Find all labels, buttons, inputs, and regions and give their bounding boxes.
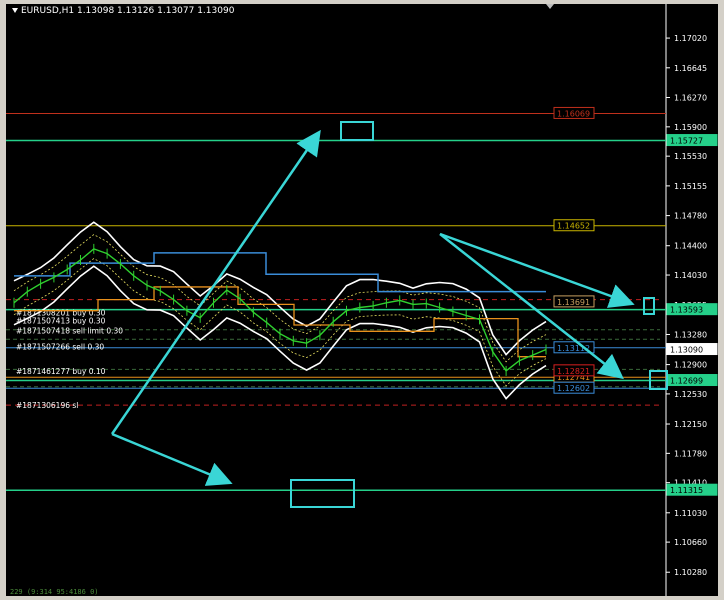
target-box-right-upper <box>643 297 655 315</box>
collapse-triangle-icon[interactable] <box>12 8 18 13</box>
price-axis-tick-label: 1.15155 <box>674 182 707 191</box>
order-label: #1871507418 sell limit 0.30 <box>16 327 123 336</box>
price-axis-tick-label: 1.14400 <box>674 242 707 251</box>
price-axis-tick-label: 1.12530 <box>674 390 707 399</box>
price-axis-tick-label: 1.12150 <box>674 420 707 429</box>
order-label: #1871306196 sl <box>16 401 78 410</box>
chart-header: EURUSD,H1 1.13098 1.13126 1.13077 1.1309… <box>12 6 234 16</box>
price-axis-tick-label: 1.14030 <box>674 271 707 280</box>
price-axis-tick-label: 1.10660 <box>674 538 707 547</box>
scroll-marker-icon[interactable] <box>546 4 554 9</box>
price-level-label: 1.15727 <box>670 137 703 146</box>
price-level-label: 1.14652 <box>557 222 590 231</box>
symbol-info: EURUSD,H1 1.13098 1.13126 1.13077 1.1309… <box>21 6 235 16</box>
price-axis-tick-label: 1.13280 <box>674 330 707 339</box>
price-axis-tick-label: 1.15530 <box>674 152 707 161</box>
terminal-frame: 1.17020 1.16645 1.16270 1.15900 1.15530 1.151… <box>0 0 724 600</box>
price-axis-tick-label: 1.14780 <box>674 212 707 221</box>
price-axis-tick-label: 1.16270 <box>674 94 707 103</box>
arrow-up-annotation <box>110 129 321 435</box>
price-axis-tick-label: 1.15900 <box>674 123 707 132</box>
footer-note: 229 (9:314 95:4186 0) <box>10 588 99 596</box>
price-axis-tick-label: 1.17020 <box>674 34 707 43</box>
price-axis-tick-label: 1.12900 <box>674 361 707 370</box>
price-level-label: 1.12602 <box>557 384 590 393</box>
target-box-upper <box>340 121 374 141</box>
arrow-down-annotation <box>111 432 233 486</box>
price-level-label: 1.16069 <box>557 109 590 118</box>
target-box-lower <box>290 479 355 508</box>
price-axis-tick-label: 1.16645 <box>674 64 707 73</box>
minor-level-label: 1.12821 <box>557 367 590 376</box>
minor-level-label: 1.13691 <box>557 298 590 307</box>
price-chart[interactable]: 1.17020 1.16645 1.16270 1.15900 1.15530 1.151… <box>6 4 718 596</box>
price-axis-tick-label: 1.11780 <box>674 449 707 458</box>
chart-canvas[interactable]: 1.17020 1.16645 1.16270 1.15900 1.15530 1.151… <box>6 4 718 596</box>
price-level-label: 1.12699 <box>670 377 703 386</box>
order-label: #1871461277 buy 0.10 <box>16 367 106 376</box>
current-price-label: 1.13090 <box>670 346 703 355</box>
arrow-right-upper-annotation <box>439 232 635 308</box>
price-level-label: 1.11315 <box>670 486 703 495</box>
price-level-label: 1.13593 <box>670 306 703 315</box>
price-axis-tick-label: 1.11030 <box>674 509 707 518</box>
order-label: #1871507266 sell 0.30 <box>16 343 104 352</box>
price-axis-tick-label: 1.10280 <box>674 568 707 577</box>
